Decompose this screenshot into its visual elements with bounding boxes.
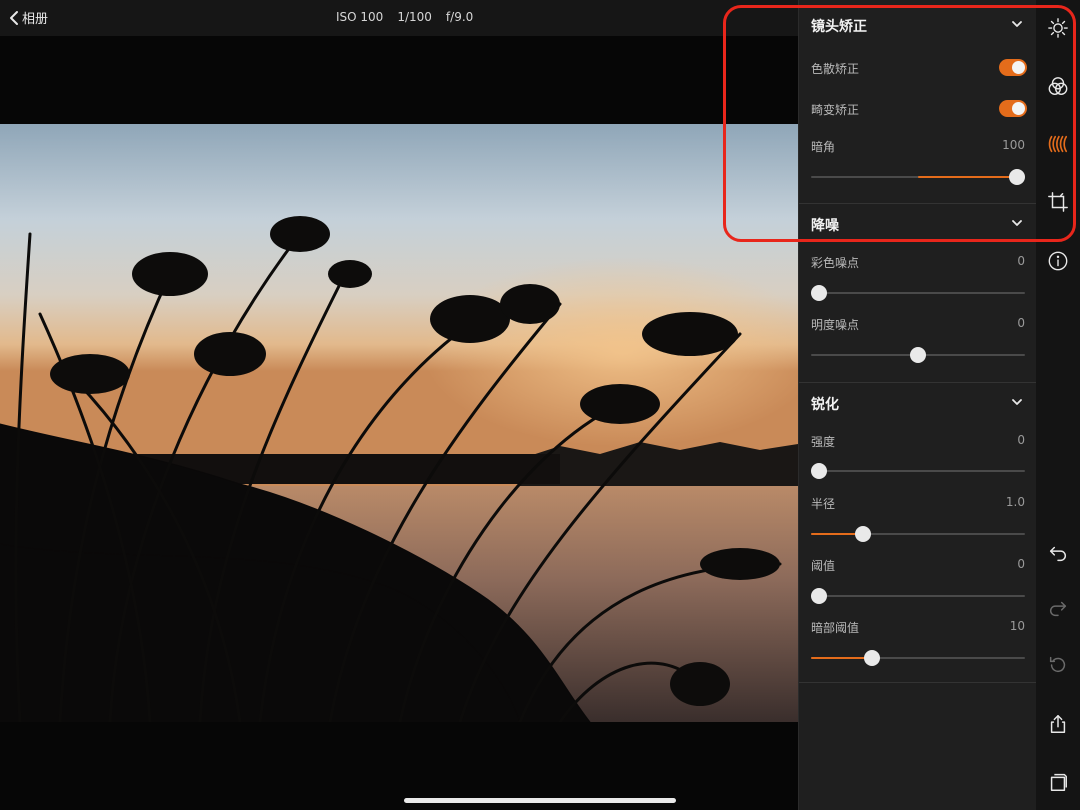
threshold-value: 0: [1017, 557, 1025, 571]
lens-correction-title[interactable]: 镜头矫正: [811, 16, 867, 36]
strength-slider[interactable]: [811, 463, 1025, 479]
vignette-value: 100: [1002, 138, 1025, 152]
radius-value: 1.0: [1005, 495, 1025, 509]
home-indicator[interactable]: [404, 798, 676, 803]
noise-reduction-section: 降噪 彩色噪点 0 明度噪点 0: [799, 204, 1037, 383]
chevron-left-icon: [10, 10, 18, 25]
slider-thumb[interactable]: [864, 650, 881, 666]
chromatic-aberration-label: 色散矫正: [811, 62, 860, 76]
chevron-down-icon[interactable]: [1011, 18, 1023, 30]
slider-track: [811, 595, 1025, 597]
aperture-value: f/9.0: [445, 10, 474, 24]
luminance-noise-slider[interactable]: [811, 347, 1025, 363]
radius-label: 半径: [811, 497, 836, 511]
color-noise-slider[interactable]: [811, 285, 1025, 301]
luminance-noise-label: 明度噪点: [811, 318, 860, 332]
radius-slider[interactable]: [811, 526, 1025, 542]
adjustment-panel: 镜头矫正 色散矫正 畸变矫正 暗角 100 降噪 彩色噪点 0 明度噪点 0 锐…: [798, 0, 1037, 810]
slider-track: [811, 292, 1025, 294]
color-icon[interactable]: [1046, 74, 1070, 98]
strength-label: 强度: [811, 435, 836, 449]
luminance-noise-value: 0: [1017, 316, 1025, 330]
slider-thumb[interactable]: [811, 285, 827, 301]
vignette-label: 暗角: [811, 140, 836, 154]
reset-icon[interactable]: [1046, 653, 1070, 677]
top-bar: 相册 ISO 100 1/100 f/9.0: [0, 0, 798, 36]
distortion-correction-label: 畸变矫正: [811, 103, 860, 117]
photo-canvas[interactable]: [0, 36, 798, 810]
chevron-down-icon[interactable]: [1011, 217, 1023, 229]
shadow-threshold-slider[interactable]: [811, 650, 1025, 666]
light-icon[interactable]: [1046, 16, 1070, 40]
chromatic-aberration-toggle[interactable]: [999, 59, 1027, 76]
sharpening-section: 锐化 强度 0 半径 1.0 阈值 0 暗部阈值 10: [799, 383, 1037, 683]
shutter-value: 1/100: [397, 10, 432, 24]
back-to-album-button[interactable]: 相册: [8, 8, 48, 27]
iso-value: ISO 100: [336, 10, 384, 24]
share-icon[interactable]: [1046, 712, 1070, 736]
chevron-down-icon[interactable]: [1011, 396, 1023, 408]
color-noise-label: 彩色噪点: [811, 256, 860, 270]
redo-icon[interactable]: [1046, 596, 1070, 620]
toggle-knob: [1012, 102, 1025, 115]
slider-thumb[interactable]: [910, 347, 926, 363]
back-label: 相册: [22, 12, 49, 27]
toggle-knob: [1012, 61, 1025, 74]
shadow-threshold-value: 10: [1009, 619, 1025, 633]
crop-icon[interactable]: [1046, 190, 1070, 214]
slider-thumb[interactable]: [854, 526, 871, 542]
slider-thumb[interactable]: [811, 463, 827, 479]
color-noise-value: 0: [1017, 254, 1025, 268]
exif-info: ISO 100 1/100 f/9.0: [336, 10, 473, 24]
slider-fill: [811, 657, 873, 659]
distortion-correction-toggle[interactable]: [999, 100, 1027, 117]
slider-thumb[interactable]: [811, 588, 827, 604]
slider-track: [811, 470, 1025, 472]
threshold-slider[interactable]: [811, 588, 1025, 604]
lens-correction-icon[interactable]: [1046, 132, 1070, 156]
photo-image[interactable]: [0, 124, 798, 722]
versions-icon[interactable]: [1046, 770, 1070, 794]
sharpening-title[interactable]: 锐化: [811, 394, 839, 414]
strength-value: 0: [1017, 433, 1025, 447]
noise-reduction-title[interactable]: 降噪: [811, 215, 839, 235]
shadow-threshold-label: 暗部阈值: [811, 621, 860, 635]
tool-column: [1036, 0, 1080, 810]
vignette-slider[interactable]: [811, 169, 1025, 185]
undo-icon[interactable]: [1046, 541, 1070, 565]
lens-correction-section: 镜头矫正 色散矫正 畸变矫正 暗角 100: [799, 0, 1037, 204]
info-icon[interactable]: [1046, 249, 1070, 273]
slider-fill: [918, 176, 1017, 178]
slider-thumb[interactable]: [1009, 169, 1025, 185]
threshold-label: 阈值: [811, 559, 836, 573]
